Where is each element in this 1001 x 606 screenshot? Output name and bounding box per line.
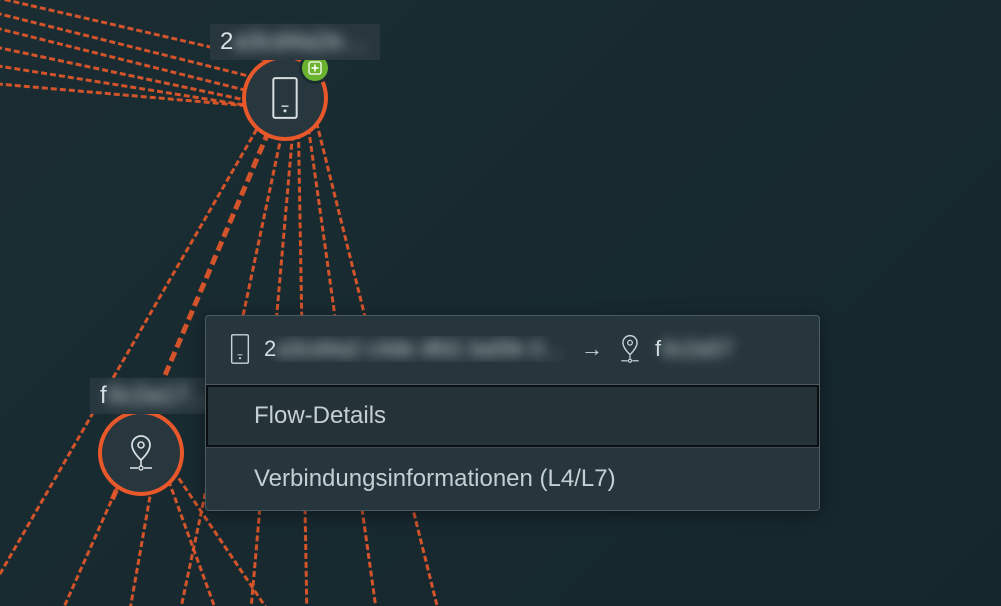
node-label: 2a3cd4a2e… — [210, 24, 380, 60]
destination-label: f0c2a57 — [655, 336, 733, 362]
arrow-icon: → — [581, 336, 603, 362]
server-icon — [271, 76, 299, 120]
edge-context-menu: 2a3cd4a2 c4de dfd1 ba5fe 0… → f0c2a57 Fl… — [205, 315, 820, 511]
node-endpoint[interactable] — [102, 414, 180, 492]
topology-canvas[interactable]: 2a3cd4a2e… f0c2a17… 2a3cd4a2 c4de dfd1 b… — [0, 0, 1001, 606]
node-host[interactable] — [246, 59, 324, 137]
menu-item-flow-details[interactable]: Flow-Details — [206, 385, 819, 447]
edge — [16, 484, 120, 606]
pin-network-icon — [619, 332, 641, 366]
server-icon — [230, 334, 250, 364]
pin-network-icon — [127, 432, 155, 474]
context-menu-header: 2a3cd4a2 c4de dfd1 ba5fe 0… → f0c2a57 — [206, 316, 819, 385]
menu-item-connection-info[interactable]: Verbindungsinformationen (L4/L7) — [206, 447, 819, 510]
source-label: 2a3cd4a2 c4de dfd1 ba5fe 0… — [264, 336, 565, 362]
edge — [107, 487, 153, 606]
